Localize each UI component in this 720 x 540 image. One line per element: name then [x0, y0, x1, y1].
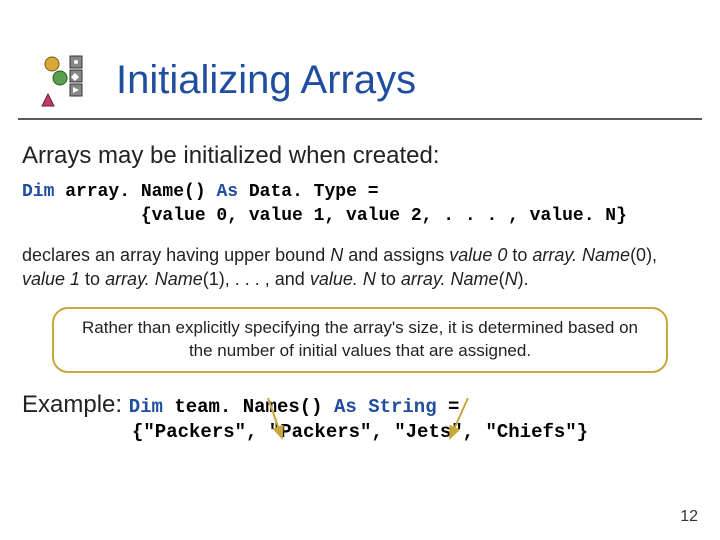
desc-part: to — [80, 269, 105, 289]
desc-italic-vN: value. N — [310, 269, 376, 289]
ex-eq: = — [448, 396, 459, 418]
desc-part: (0), — [630, 245, 657, 265]
logo-icon — [38, 50, 98, 110]
ex-arrayname: team. Names() — [174, 396, 334, 418]
desc-italic-v1: value 1 — [22, 269, 80, 289]
ex-type-string: String — [368, 396, 448, 418]
desc-italic-an0: array. Name — [532, 245, 630, 265]
syntax-arrayname: array. Name() — [65, 182, 216, 202]
example-line: Example: Dim team. Names() As String = — [22, 391, 698, 419]
ex-keyword-dim: Dim — [129, 396, 175, 418]
desc-italic-n: N — [330, 245, 343, 265]
ex-keyword-as: As — [334, 396, 368, 418]
slide-title: Initializing Arrays — [116, 58, 416, 103]
intro-text: Arrays may be initialized when created: — [22, 142, 698, 170]
desc-part: and assigns — [343, 245, 449, 265]
desc-part: to — [376, 269, 401, 289]
example-values: {"Packers", "Packers", "Jets", "Chiefs"} — [132, 421, 698, 443]
syntax-values: {value 0, value 1, value 2, . . . , valu… — [22, 206, 627, 226]
desc-part: to — [507, 245, 532, 265]
syntax-eq: = — [368, 182, 379, 202]
keyword-dim: Dim — [22, 182, 65, 202]
slide-content: Arrays may be initialized when created: … — [0, 120, 720, 443]
keyword-as: As — [216, 182, 248, 202]
desc-part: declares an array having upper bound — [22, 245, 330, 265]
page-number: 12 — [680, 508, 698, 526]
desc-part: ). — [518, 269, 529, 289]
desc-italic-anN: array. Name — [401, 269, 499, 289]
desc-part: (1), . . . , and — [203, 269, 310, 289]
syntax-datatype: Data. Type — [249, 182, 368, 202]
desc-italic-v0: value 0 — [449, 245, 507, 265]
desc-italic-nN: N — [505, 269, 518, 289]
description-text: declares an array having upper bound N a… — [22, 243, 698, 292]
example-label: Example: — [22, 391, 129, 418]
callout-box: Rather than explicitly specifying the ar… — [52, 307, 668, 373]
desc-italic-an1: array. Name — [105, 269, 203, 289]
slide-header: Initializing Arrays — [18, 0, 702, 120]
syntax-block: Dim array. Name() As Data. Type = {value… — [22, 180, 698, 229]
